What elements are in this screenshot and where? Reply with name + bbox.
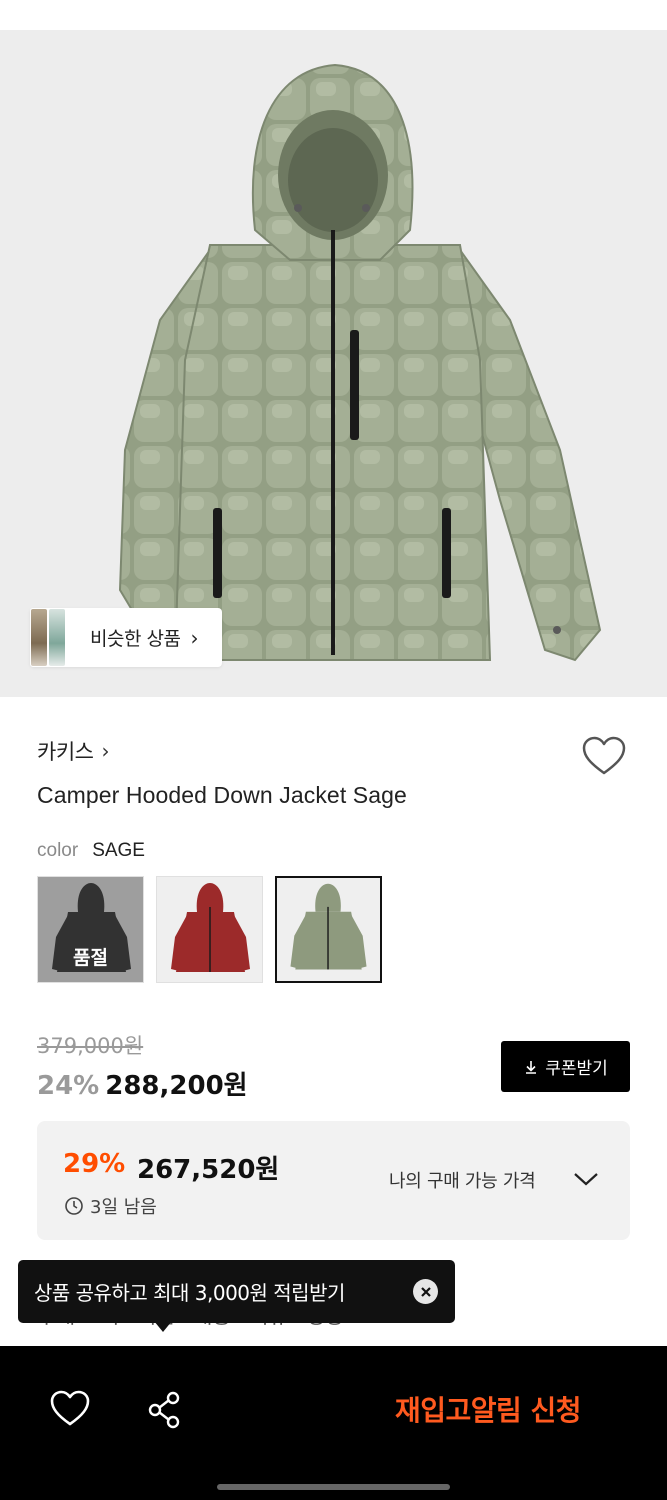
countdown: 3일 남음: [64, 1193, 157, 1219]
sale-price: 288,200원: [105, 1071, 248, 1101]
share-button[interactable]: [143, 1388, 187, 1432]
chevron-down-icon: [574, 1173, 598, 1186]
sale-price-row: 24% 288,200원: [37, 1065, 248, 1102]
jacket-illustration: [118, 63, 602, 662]
color-swatches: 품절: [37, 876, 382, 983]
countdown-text: 3일 남음: [90, 1197, 157, 1218]
swatch-red[interactable]: [156, 876, 263, 983]
toast-close-button[interactable]: [413, 1279, 438, 1304]
swatch-sage[interactable]: [275, 876, 382, 983]
color-value: SAGE: [92, 840, 145, 861]
my-price-discount: 29%: [63, 1149, 126, 1179]
discount-rate: 24%: [37, 1071, 100, 1101]
original-price: 379,000원: [37, 1034, 144, 1058]
soldout-label: 품절: [73, 947, 108, 969]
product-title: Camper Hooded Down Jacket Sage: [37, 782, 407, 808]
similar-thumb: [48, 608, 66, 667]
heart-icon: [582, 736, 626, 775]
clock-icon: [65, 1197, 83, 1215]
similar-products-button[interactable]: 비슷한 상품 ›: [30, 608, 223, 667]
share-toast: 상품 공유하고 최대 3,000원 적립받기: [18, 1260, 455, 1323]
my-price-value: 267,520원: [137, 1155, 280, 1185]
similar-products-label: 비슷한 상품: [90, 628, 181, 650]
product-image[interactable]: 비슷한 상품 ›: [0, 30, 667, 697]
similar-thumbnails: [30, 608, 78, 667]
wishlist-button[interactable]: [580, 735, 628, 779]
restock-alert-button[interactable]: 재입고알림 신청: [360, 1384, 616, 1434]
toast-pointer: [154, 1321, 172, 1332]
heart-icon: [50, 1390, 90, 1426]
brand-name: 카키스: [37, 740, 94, 764]
home-indicator: [217, 1484, 450, 1490]
color-key: color: [37, 840, 79, 861]
close-icon: [420, 1286, 431, 1297]
coupon-button[interactable]: 쿠폰받기: [501, 1041, 630, 1092]
color-row: color SAGE: [37, 840, 145, 862]
my-price-label: 나의 구매 가능 가격: [389, 1171, 536, 1192]
wishlist-button-bottom[interactable]: [48, 1388, 92, 1432]
chevron-right-icon: ›: [190, 625, 199, 650]
swatch-black[interactable]: 품절: [37, 876, 144, 983]
chevron-right-icon: ›: [101, 739, 110, 763]
bottom-action-bar: 재입고알림 신청: [0, 1346, 667, 1500]
coupon-label: 쿠폰받기: [545, 1059, 608, 1079]
share-icon: [148, 1391, 180, 1429]
similar-thumb: [30, 608, 48, 667]
toast-message: 상품 공유하고 최대 3,000원 적립받기: [34, 1281, 345, 1305]
download-icon: [526, 1060, 537, 1074]
brand-link[interactable]: 카키스 ›: [37, 736, 109, 766]
my-price-panel[interactable]: 29% 267,520원 3일 남음 나의 구매 가능 가격: [37, 1121, 630, 1240]
sage-jacket-thumb: [277, 878, 380, 981]
status-bar: [0, 0, 667, 30]
red-jacket-thumb: [157, 877, 262, 982]
